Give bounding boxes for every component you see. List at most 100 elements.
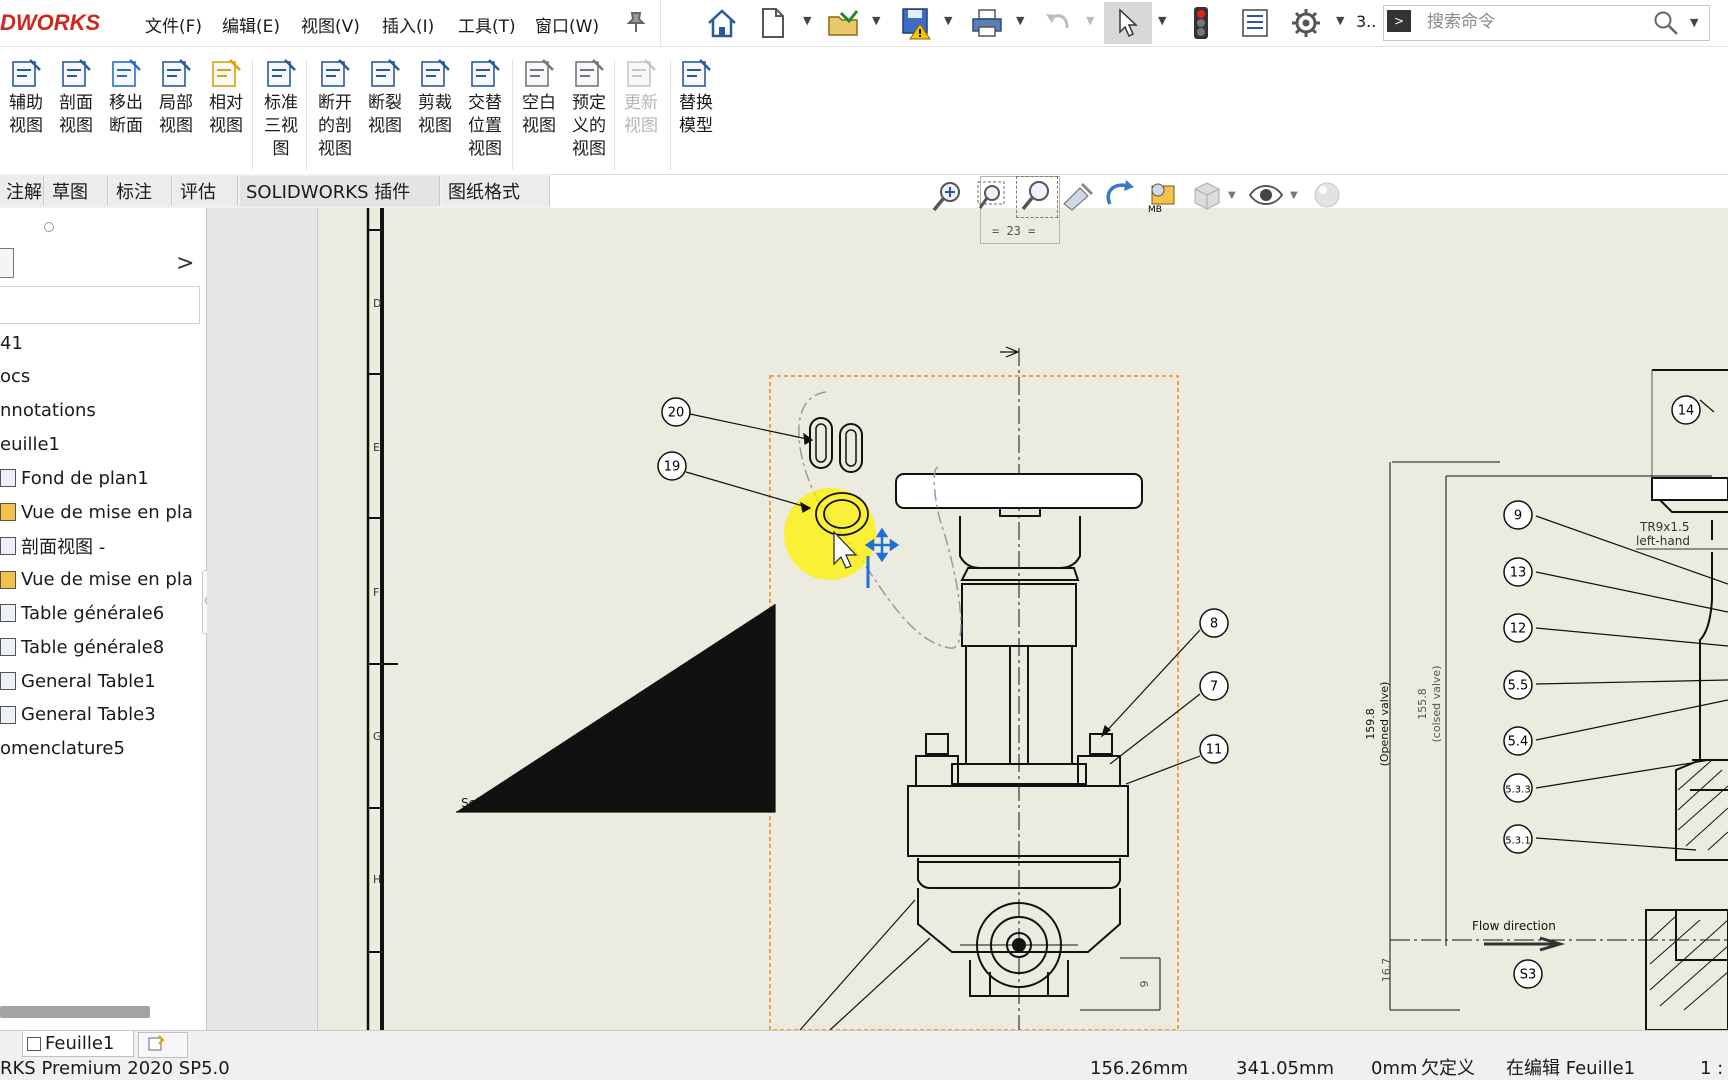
search-commands-input[interactable] [1425, 8, 1649, 36]
menu-file[interactable]: 文件(F) [145, 12, 202, 37]
save-warning-icon[interactable]: ! [897, 4, 937, 42]
rebuild-traffic-light-icon[interactable] [1185, 4, 1217, 42]
ribbon-button-label: 剖面视图 [59, 93, 93, 136]
tree-item[interactable]: Vue de mise en pla [0, 565, 193, 595]
open-dropdown-icon[interactable]: ▼ [872, 14, 880, 27]
ribbon-button-broken-out-section[interactable]: 断开的剖视图 [311, 56, 359, 161]
tree-item[interactable]: 41 [0, 328, 23, 358]
sheet-tab-feuille1[interactable]: Feuille1 [22, 1031, 134, 1057]
tree-item[interactable]: Fond de plan1 [0, 463, 149, 493]
select-dropdown-icon[interactable]: ▼ [1158, 14, 1166, 27]
balloon-number: 5.3.3 [1505, 785, 1530, 796]
tree-item-label: euille1 [0, 433, 61, 455]
status-scale[interactable]: 1 : [1700, 1058, 1723, 1080]
balloon[interactable]: 14 [1671, 395, 1701, 425]
balloon[interactable]: 5.3.3 [1503, 773, 1533, 803]
menu-window[interactable]: 窗口(W) [535, 12, 599, 37]
display-style-dropdown-icon[interactable]: ▼ [1228, 190, 1236, 201]
panel-splitter-handle[interactable] [44, 222, 54, 232]
balloon[interactable]: 11 [1199, 734, 1229, 764]
balloon[interactable]: 9 [1503, 500, 1533, 530]
tree-item[interactable]: Table générale8 [0, 632, 164, 662]
menu-insert[interactable]: 插入(I) [382, 12, 434, 37]
dim-opened-value[interactable]: 159.8 [1364, 708, 1377, 740]
ribbon-button-detail-view[interactable]: 局部视图 [152, 56, 200, 138]
balloon[interactable]: 13 [1503, 557, 1533, 587]
ribbon-button-section-view[interactable]: 剖面视图 [52, 56, 100, 138]
tree-item[interactable]: General Table1 [0, 666, 156, 696]
pin-icon[interactable] [624, 10, 648, 38]
tree-item[interactable]: nnotations [0, 396, 96, 426]
add-sheet-icon[interactable] [138, 1032, 188, 1058]
tab-evaluate[interactable]: 评估 [174, 176, 238, 206]
ribbon-button-alternate-position-view[interactable]: 交替位置视图 [461, 56, 509, 161]
tree-item[interactable]: General Table3 [0, 700, 156, 730]
tree-item-label: Vue de mise en pla [21, 569, 193, 591]
balloon[interactable]: 7 [1199, 671, 1229, 701]
tree-item[interactable]: 剖面视图 - [0, 531, 105, 561]
tree-item[interactable]: omenclature5 [0, 734, 125, 764]
balloon[interactable]: 5.4 [1503, 726, 1533, 756]
file-properties-icon[interactable] [1237, 4, 1273, 42]
ribbon-button-auxiliary-view[interactable]: 辅助视图 [2, 56, 50, 138]
sheet-nav-left[interactable] [0, 1031, 18, 1057]
tab-markup[interactable]: 标注 [110, 176, 172, 206]
balloon[interactable]: 5.3.1 [1503, 824, 1533, 854]
ribbon-button-replace-model[interactable]: 替换模型 [672, 56, 720, 138]
ribbon-button-standard-3-view[interactable]: 标准三视图 [257, 56, 305, 161]
ribbon-button-update-view[interactable]: 更新视图 [617, 56, 665, 138]
options-dropdown-icon[interactable]: ▼ [1336, 14, 1344, 27]
menu-view[interactable]: 视图(V) [301, 12, 360, 37]
tree-item[interactable]: ocs [0, 362, 30, 392]
zone-letter: H [373, 873, 381, 886]
select-pointer-icon[interactable] [1104, 2, 1152, 44]
ribbon-button-label: 空白视图 [522, 93, 556, 136]
home-icon[interactable] [702, 4, 742, 42]
tree-filter-field[interactable] [0, 286, 200, 324]
tab-solidworks-addins[interactable]: SOLIDWORKS 插件 [240, 176, 440, 206]
status-x-coordinate: 156.26mm [1090, 1058, 1189, 1079]
balloon[interactable]: S3 [1513, 959, 1543, 989]
tab-sketch[interactable]: 草图 [46, 176, 108, 206]
tab-sheet-format[interactable]: 图纸格式 [442, 176, 550, 206]
ribbon-button-predefined-view[interactable]: 预定义的视图 [565, 56, 613, 161]
options-gear-icon[interactable] [1287, 4, 1325, 42]
section-arrow [1000, 346, 1020, 358]
drawing-note[interactable]: Self-locking by chain (padlock not suppl… [461, 796, 723, 810]
panel-horizontal-scrollbar[interactable] [0, 1006, 150, 1018]
tree-item[interactable]: Table générale6 [0, 598, 164, 628]
ribbon-button-empty-view[interactable]: 空白视图 [515, 56, 563, 138]
panel-expand-chevron-icon[interactable]: > [176, 251, 194, 276]
undo-dropdown-icon[interactable]: ▼ [1086, 14, 1094, 27]
new-dropdown-icon[interactable]: ▼ [803, 14, 811, 27]
balloon[interactable]: 20 [661, 397, 691, 427]
ribbon-button-break-view[interactable]: 断裂视图 [361, 56, 409, 138]
search-icon[interactable] [1653, 10, 1679, 40]
balloon[interactable]: 12 [1503, 613, 1533, 643]
balloon[interactable]: 8 [1199, 608, 1229, 638]
tree-item[interactable]: Vue de mise en pla [0, 497, 193, 527]
dim-closed-value[interactable]: 155.8 [1416, 688, 1429, 720]
hide-show-dropdown-icon[interactable]: ▼ [1290, 190, 1298, 201]
balloon[interactable]: 5.5 [1503, 670, 1533, 700]
ribbon-button-relative-view[interactable]: 相对视图 [202, 56, 250, 138]
undo-icon[interactable] [1040, 4, 1076, 42]
print-icon[interactable] [967, 4, 1007, 42]
dim-nine-value[interactable]: 9 [1138, 981, 1151, 988]
menu-tools[interactable]: 工具(T) [458, 12, 516, 37]
ribbon-button-removed-section[interactable]: 移出断面 [102, 56, 150, 138]
balloon-number: 19 [664, 460, 681, 475]
save-dropdown-icon[interactable]: ▼ [944, 14, 952, 27]
dim-small-value[interactable]: 16.7 [1380, 958, 1393, 983]
print-dropdown-icon[interactable]: ▼ [1016, 14, 1024, 27]
open-document-icon[interactable] [825, 4, 865, 42]
ribbon-button-crop-view[interactable]: 剪裁视图 [411, 56, 459, 138]
tab-annotation[interactable]: 注解 [0, 176, 44, 206]
tree-item[interactable]: euille1 [0, 429, 60, 459]
zone-letter: E [373, 441, 380, 454]
search-dropdown-icon[interactable]: ▼ [1690, 16, 1698, 29]
new-document-icon[interactable] [755, 4, 791, 42]
balloon[interactable]: 19 [657, 451, 687, 481]
menu-edit[interactable]: 编辑(E) [222, 12, 280, 37]
feature-manager-tab-icon[interactable] [0, 248, 14, 278]
